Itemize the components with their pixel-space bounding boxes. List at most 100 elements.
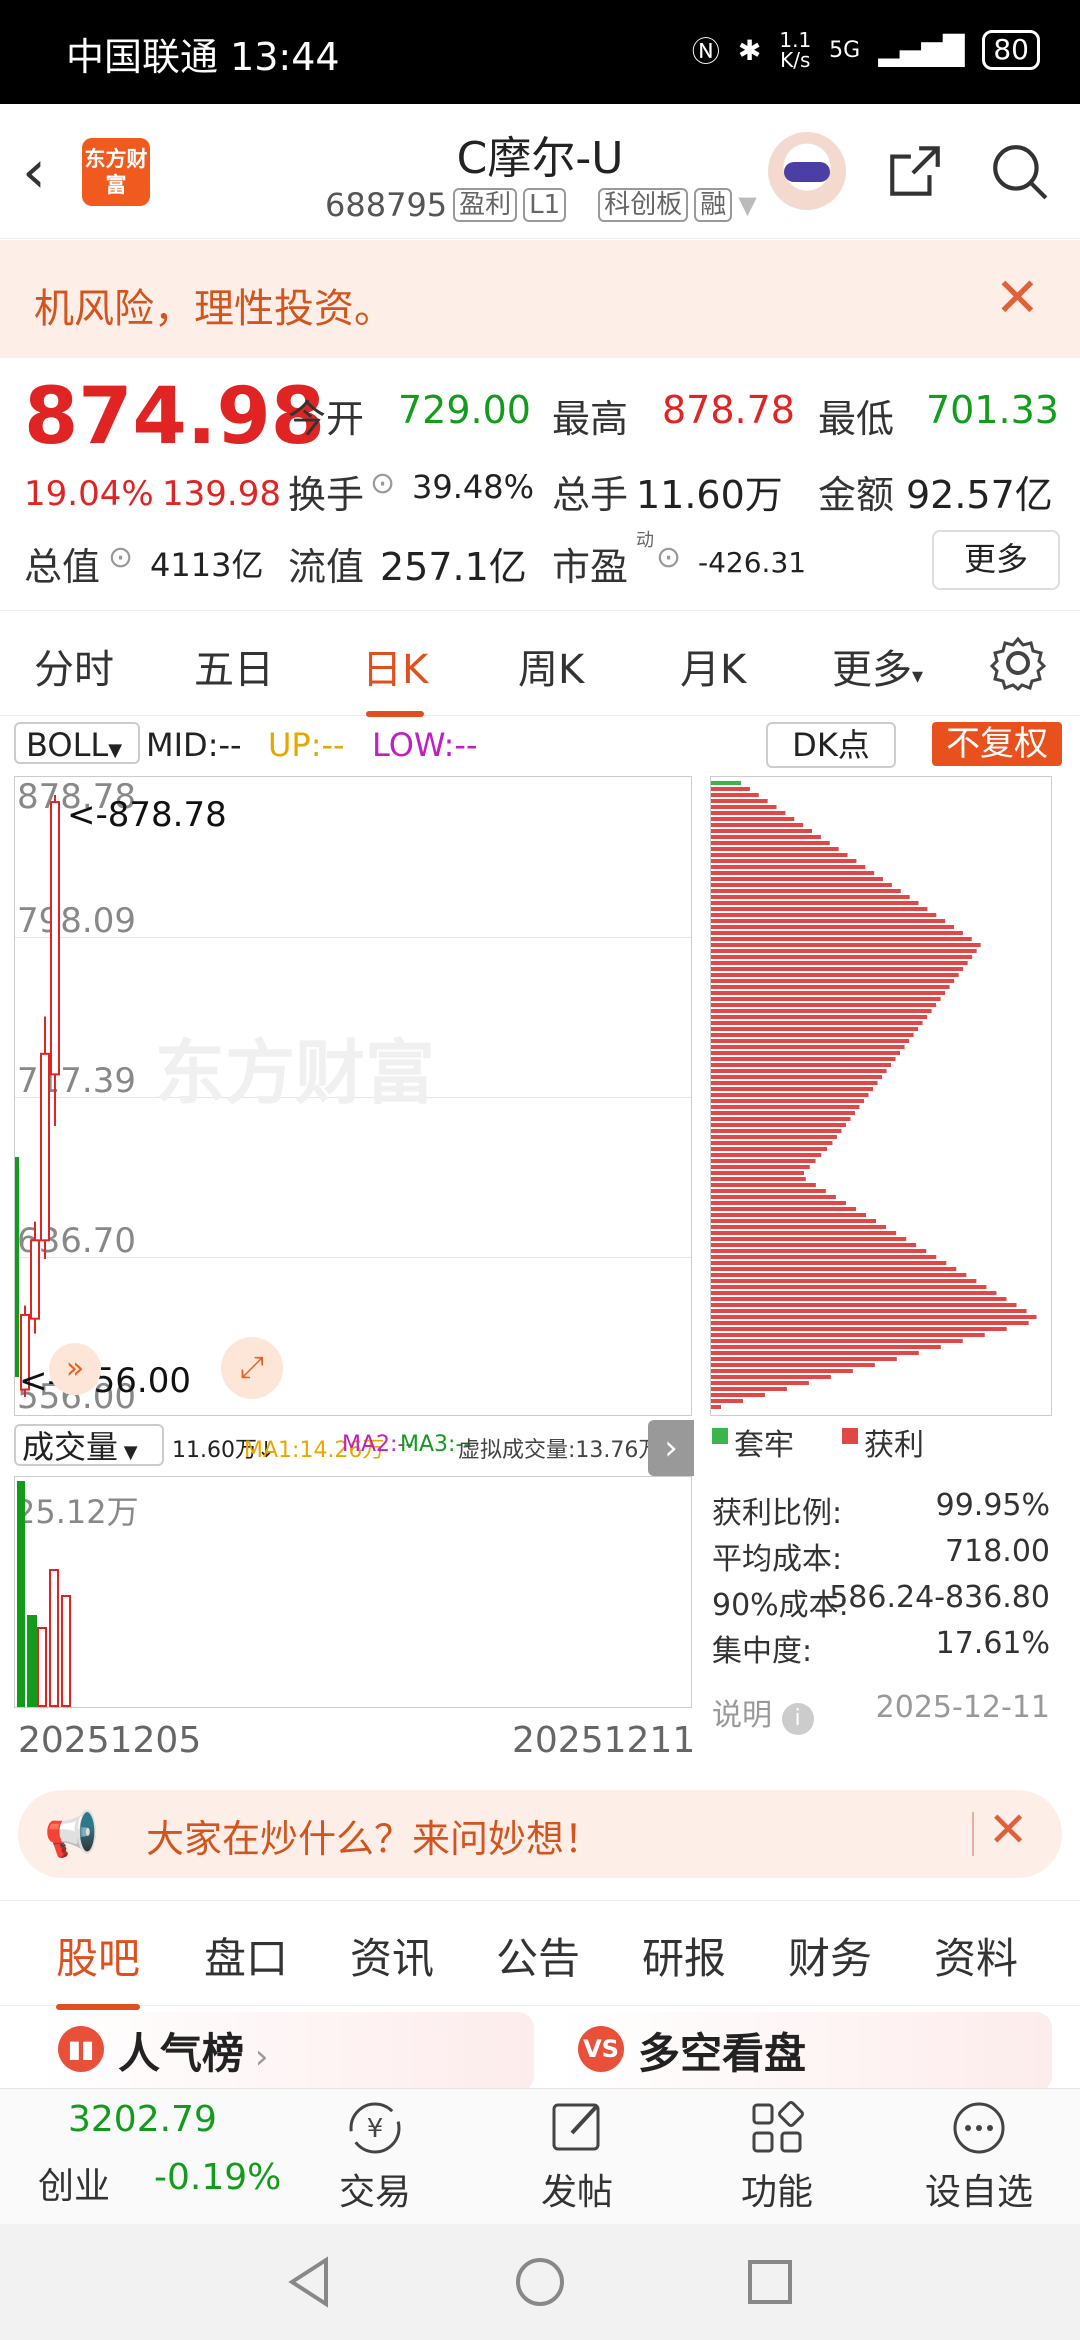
chevron-down-icon[interactable]: ▼	[738, 191, 756, 219]
bar-chart-icon: ▮▮	[58, 2026, 104, 2072]
chip-bar	[711, 1159, 816, 1163]
status-bar: 中国联通 13:44 Ⓝ ✱ 1.1 K/s 5G ▂▄▆█ 80	[0, 0, 1080, 104]
chip-bar	[711, 1165, 810, 1169]
close-icon[interactable]: ✕	[988, 1802, 1028, 1858]
tab-more[interactable]: 更多▾	[832, 637, 923, 695]
kline-chart[interactable]: 东方财富 878.78 798.09 717.39 636.70 556.00 …	[14, 776, 692, 1417]
svg-text:¥: ¥	[367, 2114, 384, 2144]
tab-weekly-k[interactable]: 周K	[518, 637, 584, 695]
search-icon[interactable]	[988, 140, 1050, 202]
legend-trap: 套牢	[734, 1428, 794, 1463]
double-chevron-icon[interactable]: »	[49, 1343, 101, 1395]
tab-daily-k[interactable]: 日K	[362, 637, 428, 717]
home-circle-icon[interactable]	[512, 2254, 568, 2310]
chip-bar	[711, 925, 955, 929]
tag-level: L1	[523, 188, 567, 222]
chip-bar	[711, 1315, 1037, 1319]
chevron-right-icon[interactable]: ›	[648, 1420, 694, 1476]
chip-bar	[711, 1231, 897, 1235]
info-icon[interactable]: ⊙	[656, 540, 681, 575]
chip-note-link[interactable]: 说明 i	[712, 1690, 814, 1735]
back-triangle-icon[interactable]	[282, 2254, 338, 2310]
battery-level: 80	[982, 30, 1040, 70]
chip-bar	[711, 823, 804, 827]
expand-icon[interactable]: ⤢	[221, 1337, 283, 1399]
nfc-icon: Ⓝ	[691, 35, 720, 68]
chip-bar	[711, 847, 839, 851]
chip-bar	[711, 841, 830, 845]
chip-bar	[711, 1339, 963, 1343]
chip-bar	[711, 967, 964, 971]
low-value: 701.33	[926, 388, 1059, 432]
tab-finance[interactable]: 财务	[788, 1925, 872, 1986]
tab-monthly-k[interactable]: 月K	[680, 637, 746, 695]
chip-bar	[711, 1291, 997, 1295]
low-label: 最低	[818, 397, 895, 441]
chip-bar	[711, 1147, 828, 1151]
chip-bar	[711, 1189, 826, 1193]
chip-bar	[711, 1285, 987, 1289]
chip-bar	[711, 781, 741, 785]
close-icon[interactable]: ✕	[995, 266, 1040, 329]
tab-pankou[interactable]: 盘口	[204, 1925, 288, 1986]
long-short-card[interactable]: VS 多空看盘	[556, 2012, 1052, 2092]
ai-assistant-icon[interactable]	[768, 132, 846, 210]
chip-date: 2025-12-11	[875, 1690, 1050, 1725]
recents-square-icon[interactable]	[742, 2254, 798, 2310]
profit-ratio-value: 99.95%	[935, 1488, 1050, 1523]
date-start: 20251205	[18, 1720, 202, 1761]
nav-trade[interactable]: ¥ 交易	[300, 2095, 450, 2215]
nav-add-watchlist[interactable]: 设自选	[904, 2095, 1054, 2215]
high-label: 最高	[552, 397, 629, 441]
chip-bar	[711, 799, 768, 803]
chip-bar	[711, 1303, 1017, 1307]
chip-bar	[711, 1153, 822, 1157]
chip-bar	[711, 1123, 846, 1127]
tab-intraday[interactable]: 分时	[34, 637, 114, 695]
chip-bar	[711, 889, 901, 893]
more-dots-icon	[953, 2102, 1005, 2154]
info-icon[interactable]: ⊙	[108, 540, 133, 575]
nav-post[interactable]: 发帖	[502, 2095, 652, 2215]
volume-label: 总手	[552, 473, 629, 517]
ask-miaoxiang-banner[interactable]: 📢 大家在炒什么？来问妙想！ ✕	[18, 1790, 1062, 1878]
chip-bar	[711, 1141, 833, 1145]
chip-bar	[711, 859, 857, 863]
tab-news[interactable]: 资讯	[350, 1925, 434, 1986]
chip-bar	[711, 1393, 765, 1397]
high-value: 878.78	[662, 388, 795, 432]
chip-bar	[711, 1201, 846, 1205]
tab-guba[interactable]: 股吧	[56, 1925, 141, 2010]
chip-bar	[711, 865, 866, 869]
tab-announcements[interactable]: 公告	[496, 1925, 580, 1986]
tab-profile[interactable]: 资料	[934, 1925, 1018, 1986]
legend-profit-swatch	[842, 1428, 858, 1444]
risk-text: 机风险，理性投资。	[34, 286, 394, 332]
volume-bar	[61, 1595, 71, 1707]
gear-icon[interactable]	[990, 635, 1046, 691]
chip-bar	[711, 1405, 721, 1409]
indicator-select[interactable]: BOLL▼	[14, 722, 140, 764]
chip-bar	[711, 1333, 985, 1337]
float-label: 流值	[288, 545, 365, 589]
popularity-card[interactable]: ▮▮ 人气榜 ›	[36, 2012, 534, 2092]
tag-profit: 盈利	[453, 188, 518, 222]
dk-point-button[interactable]: DK点	[766, 722, 896, 768]
chip-bar	[711, 991, 946, 995]
vs-icon: VS	[578, 2026, 624, 2072]
no-adjust-button[interactable]: 不复权	[932, 722, 1062, 766]
volume-select[interactable]: 成交量 ▼	[14, 1424, 164, 1466]
legend-trap-swatch	[712, 1428, 728, 1444]
more-button[interactable]: 更多	[932, 530, 1060, 590]
chip-bar	[711, 1117, 851, 1121]
chip-bar	[711, 961, 968, 965]
nav-function[interactable]: 功能	[702, 2095, 852, 2215]
tab-five-day[interactable]: 五日	[194, 637, 274, 695]
chip-bar	[711, 1321, 1029, 1325]
chip-bar	[711, 1111, 855, 1115]
avg-cost-value: 718.00	[945, 1534, 1050, 1569]
share-icon[interactable]	[884, 140, 946, 202]
chip-bar	[711, 937, 972, 941]
tab-research[interactable]: 研报	[642, 1925, 726, 1986]
info-icon[interactable]: ⊙	[370, 466, 395, 501]
